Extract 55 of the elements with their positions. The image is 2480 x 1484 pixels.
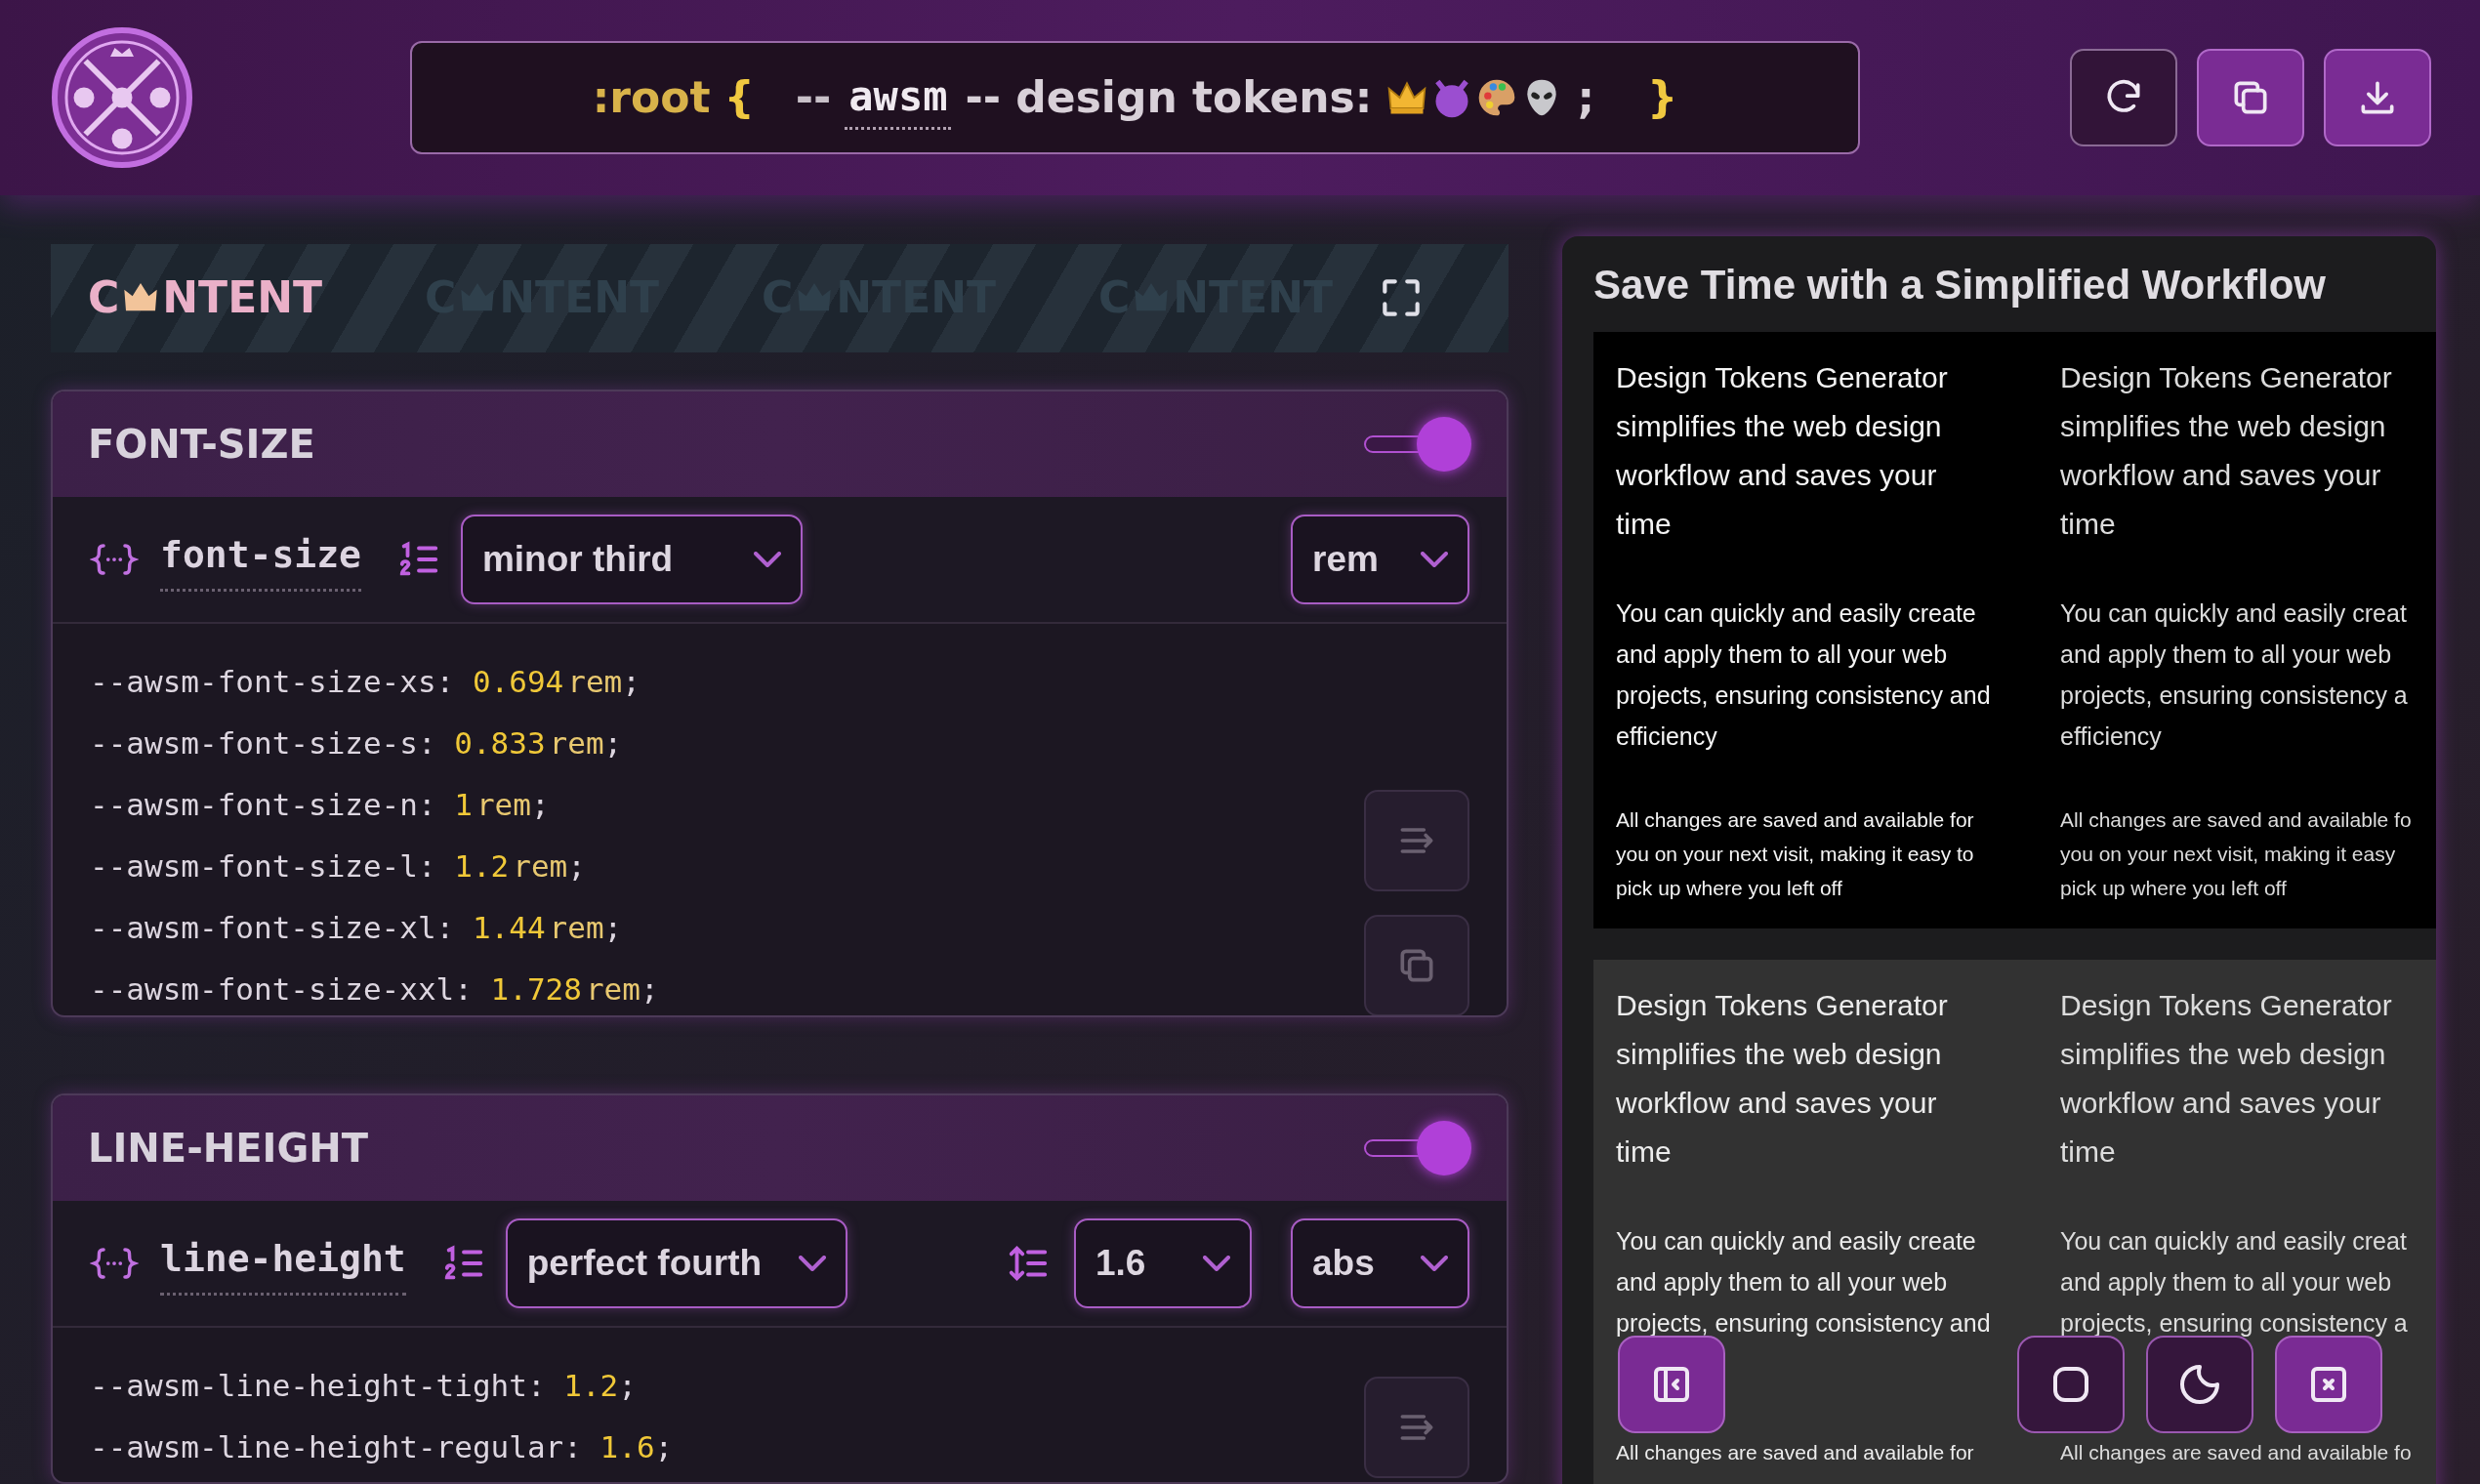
preview-paragraph: You can quickly and easily create and apply them to all your web projects, ensuring consistency and efficiency	[1616, 598, 1992, 752]
preview-paragraph: You can quickly and easily create and apply them to all your web projects, ensuring consistency and	[1616, 1226, 1992, 1339]
brace-close: }	[1647, 71, 1678, 124]
code-line: --awsm-font-size-n: 1 rem;	[90, 785, 551, 824]
unit-select[interactable]: abs	[1291, 1217, 1469, 1308]
token-name-input[interactable]: font-size	[160, 526, 361, 592]
preview-note: All changes are saved and available fo you on your next visit, making it easy pick up where you left off	[2060, 807, 2413, 901]
copy-button[interactable]	[2197, 49, 2304, 146]
download-button[interactable]	[2324, 49, 2431, 146]
code-line: --awsm-line-height-regular: 1.6;	[90, 1427, 675, 1466]
preview-note: All changes are saved and available for	[1616, 1440, 1975, 1465]
code-line: --awsm-font-size-l: 1.2 rem;	[90, 846, 587, 886]
preview-note: All changes are saved and available fo	[2060, 1440, 2413, 1465]
preview-title: Save Time with a Simplified Workflow	[1593, 260, 2327, 309]
scale-select[interactable]: minor third	[460, 514, 803, 604]
refresh-button[interactable]	[2070, 49, 2177, 146]
preview-paragraph: You can quickly and easily creat and apply them to all your web projects, ensuring consistency a efficiency	[2060, 598, 2409, 752]
preview-note: All changes are saved and available for you on your next visit, making it easy to pick up where you left off	[1616, 807, 1975, 901]
card-title: LINE-HEIGHT	[88, 1124, 369, 1173]
preview-heading: Design Tokens Generator simplifies the web design workflow and saves your time	[1616, 988, 1949, 1170]
preview-heading: Design Tokens Generator simplifies the web design workflow and saves your time	[2060, 988, 2393, 1170]
banner-letter: C	[88, 271, 120, 325]
moon-button[interactable]	[2146, 1336, 2253, 1433]
card-title: FONT-SIZE	[88, 420, 315, 469]
root-selector: :root	[592, 71, 711, 124]
close-button[interactable]	[2275, 1336, 2382, 1433]
scale-select[interactable]: perfect fourth	[505, 1217, 847, 1308]
toggle-switch[interactable]	[1364, 1120, 1471, 1175]
code-line: --awsm-font-size-xl: 1.44 rem;	[90, 908, 624, 947]
brace-open: {	[723, 71, 755, 124]
prefix-input[interactable]: awsm	[845, 65, 952, 130]
design-tokens-label: -- design tokens:	[965, 71, 1373, 124]
semicolon-text: ;	[1577, 71, 1594, 124]
copy-button[interactable]	[1364, 914, 1469, 1015]
toggle-switch[interactable]	[1364, 416, 1471, 472]
token-name-input[interactable]: line-height	[160, 1230, 406, 1296]
code-line: --awsm-line-height-tight: 1.2;	[90, 1366, 638, 1405]
chevron-down-icon	[1421, 1255, 1448, 1271]
chevron-down-icon	[1421, 551, 1448, 567]
banner-word: NTENT	[162, 271, 323, 325]
code-line: --awsm-font-size-s: 0.833 rem;	[90, 723, 624, 763]
base-select[interactable]: 1.6	[1074, 1217, 1252, 1308]
chevron-down-icon	[753, 551, 781, 567]
chevron-down-icon	[1203, 1255, 1230, 1271]
code-line: --awsm-font-size-xxl: 1.728 rem;	[90, 969, 660, 1009]
preview-paragraph: You can quickly and easily creat and apply them to all your web projects, ensuring consistency a	[2060, 1226, 2409, 1339]
preview-heading: Design Tokens Generator simplifies the web design workflow and saves your time	[1616, 360, 1949, 542]
sidebar-button[interactable]	[1618, 1336, 1725, 1433]
code-line: --awsm-font-size-xs: 0.694 rem;	[90, 662, 641, 701]
unit-select[interactable]: rem	[1291, 514, 1469, 604]
chevron-down-icon	[798, 1255, 826, 1271]
dash-text: --	[795, 71, 832, 124]
square-button[interactable]	[2017, 1336, 2125, 1433]
logo-drawing[interactable]	[49, 24, 195, 171]
preview-heading: Design Tokens Generator simplifies the web design workflow and saves your time	[2060, 360, 2393, 542]
